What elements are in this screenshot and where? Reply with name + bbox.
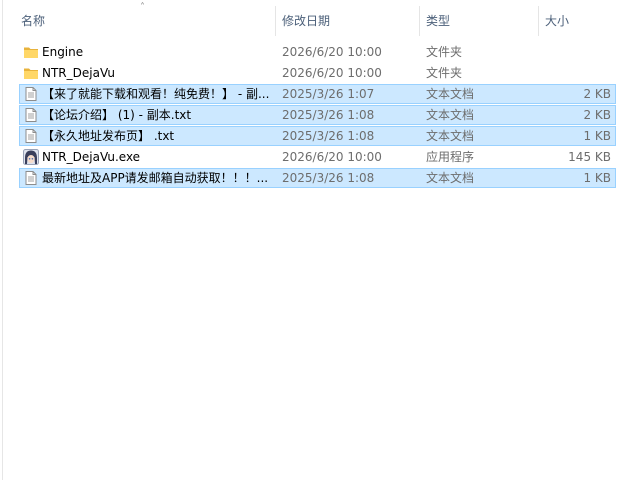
file-row-text-document[interactable]: 【永久地址发布页】 .txt 2025/3/26 1:08 文本文档 1 KB xyxy=(19,126,616,146)
file-modified-date: 2026/6/20 10:00 xyxy=(282,150,382,164)
sort-ascending-icon: ˄ xyxy=(140,2,145,13)
file-type: 文本文档 xyxy=(426,108,475,122)
column-header-size[interactable]: 大小 xyxy=(545,12,569,30)
file-type: 文件夹 xyxy=(426,45,463,59)
file-name: NTR_DejaVu xyxy=(42,66,115,80)
text-document-icon xyxy=(23,107,39,123)
file-name: NTR_DejaVu.exe xyxy=(42,150,141,164)
text-document-icon xyxy=(23,128,39,144)
file-size: 1 KB xyxy=(583,171,611,185)
column-header-name[interactable]: 名称 xyxy=(21,12,45,30)
file-size: 2 KB xyxy=(583,108,611,122)
file-name: 【论坛介绍】 (1) - 副本.txt xyxy=(42,108,192,122)
file-type: 文本文档 xyxy=(426,129,475,143)
file-modified-date: 2026/6/20 10:00 xyxy=(282,66,382,80)
file-modified-date: 2025/3/26 1:07 xyxy=(282,87,375,101)
file-size: 145 KB xyxy=(568,150,611,164)
folder-icon xyxy=(23,65,39,81)
app-character-icon xyxy=(23,149,39,165)
file-size: 1 KB xyxy=(583,129,611,143)
file-name: 最新地址及APP请发邮箱自动获取！！！... xyxy=(42,171,269,185)
file-row-ntr-dejavu-exe[interactable]: NTR_DejaVu.exe 2026/6/20 10:00 应用程序 145 … xyxy=(19,147,616,167)
text-document-icon xyxy=(23,170,39,186)
file-modified-date: 2026/6/20 10:00 xyxy=(282,45,382,59)
file-type: 应用程序 xyxy=(426,150,475,164)
column-divider[interactable] xyxy=(419,6,420,36)
file-row-text-document[interactable]: 【论坛介绍】 (1) - 副本.txt 2025/3/26 1:08 文本文档 … xyxy=(19,105,616,125)
file-modified-date: 2025/3/26 1:08 xyxy=(282,108,375,122)
file-row-ntr-dejavu-folder[interactable]: NTR_DejaVu 2026/6/20 10:00 文件夹 xyxy=(19,63,616,83)
file-explorer-window: ˄ 名称 修改日期 类型 大小 Engine 2026/6/20 10:00 文… xyxy=(0,0,619,480)
file-name: 【来了就能下载和观看！纯免费！】 - 副... xyxy=(42,87,270,101)
file-type: 文本文档 xyxy=(426,87,475,101)
column-header-type[interactable]: 类型 xyxy=(426,12,450,30)
file-row-engine[interactable]: Engine 2026/6/20 10:00 文件夹 xyxy=(19,42,616,62)
file-type: 文件夹 xyxy=(426,66,463,80)
file-row-text-document[interactable]: 最新地址及APP请发邮箱自动获取！！！... 2025/3/26 1:08 文本… xyxy=(19,168,616,188)
file-type: 文本文档 xyxy=(426,171,475,185)
column-divider[interactable] xyxy=(275,6,276,36)
column-header-row: ˄ 名称 修改日期 类型 大小 xyxy=(0,0,619,37)
column-header-modified[interactable]: 修改日期 xyxy=(282,12,330,30)
file-name: Engine xyxy=(42,45,84,59)
file-size: 2 KB xyxy=(583,87,611,101)
text-document-icon xyxy=(23,86,39,102)
file-modified-date: 2025/3/26 1:08 xyxy=(282,129,375,143)
column-divider[interactable] xyxy=(538,6,539,36)
file-row-text-document[interactable]: 【来了就能下载和观看！纯免费！】 - 副... 2025/3/26 1:07 文… xyxy=(19,84,616,104)
file-name: 【永久地址发布页】 .txt xyxy=(42,129,175,143)
pane-left-edge xyxy=(2,0,3,480)
file-modified-date: 2025/3/26 1:08 xyxy=(282,171,375,185)
folder-icon xyxy=(23,44,39,60)
